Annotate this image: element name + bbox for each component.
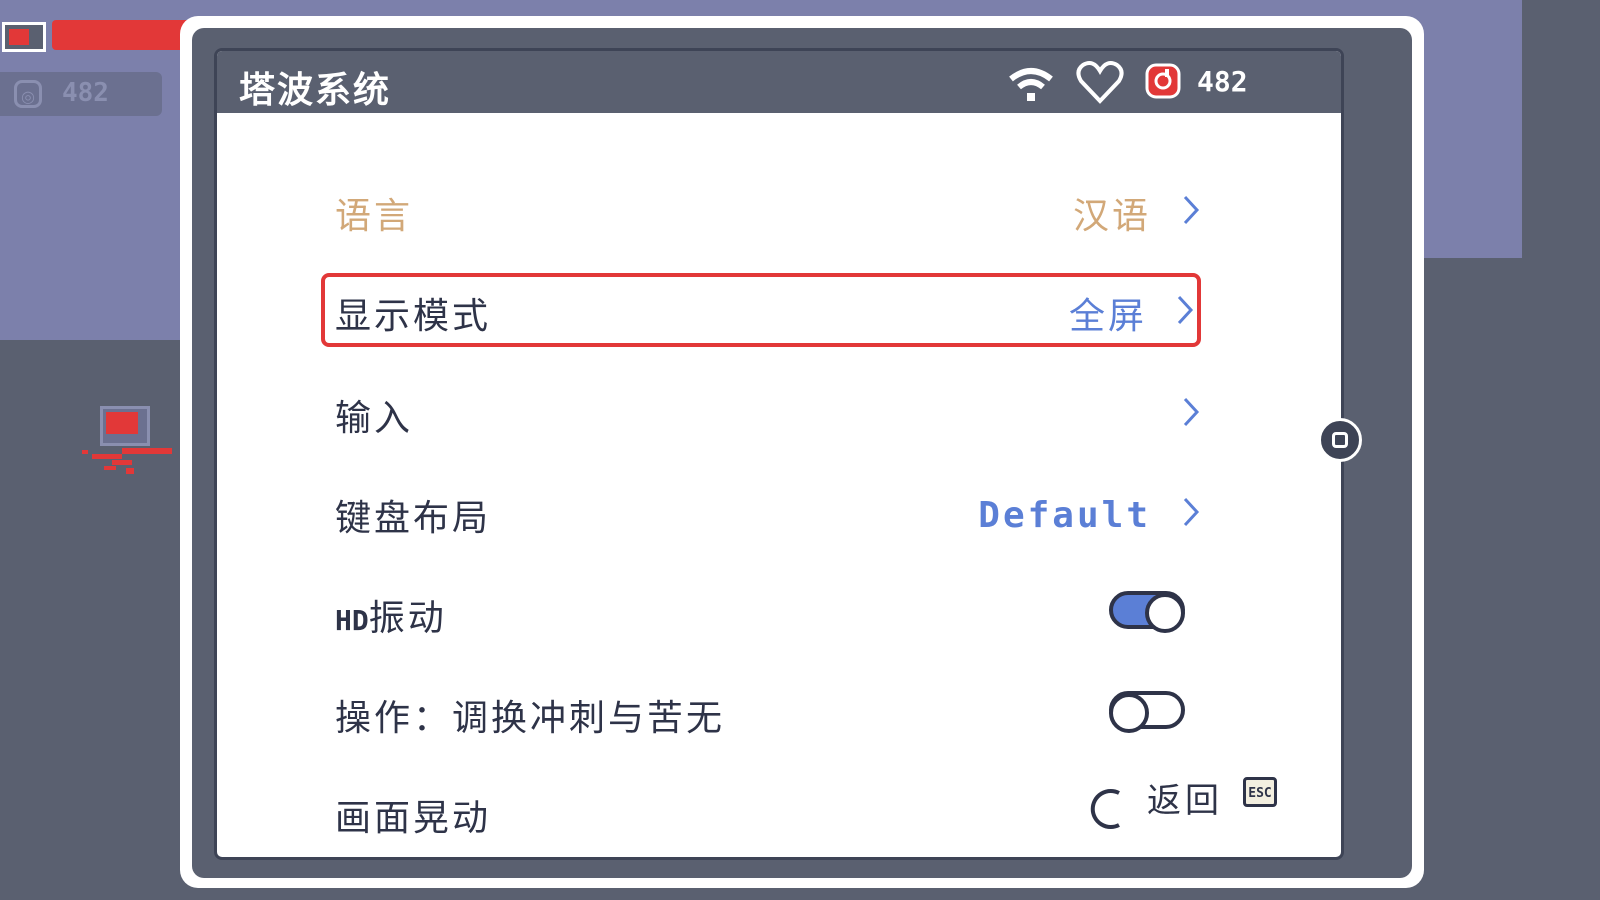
toggle-knob: [1109, 693, 1149, 733]
setting-value: 全屏: [1068, 296, 1147, 337]
battery-icon: [2, 22, 46, 52]
setting-row-swap-controls: 操作：调换冲刺与苦无: [321, 677, 1221, 747]
setting-label: 输入: [335, 398, 414, 439]
setting-value: 汉语: [1072, 196, 1151, 237]
setting-row-hd-vibration: HD振动: [321, 577, 1221, 647]
background-floor: [0, 340, 180, 900]
hud-coin-value: 482: [62, 78, 109, 108]
blood-splatter: [82, 448, 172, 474]
swap-controls-toggle[interactable]: [1109, 691, 1185, 733]
background-wall: [0, 258, 180, 340]
coin-icon: ◎: [14, 80, 42, 108]
header-coin-value: 482: [1197, 65, 1248, 98]
setting-row-language[interactable]: 语言 汉语: [321, 175, 1221, 245]
hd-prefix: HD: [335, 604, 369, 637]
chevron-right-icon: [1183, 497, 1200, 527]
dialog-header: 塔波系统 482: [217, 51, 1341, 113]
coin-icon: [1145, 63, 1181, 99]
loading-spinner-icon: [1090, 789, 1120, 829]
hud-coin-counter: ◎ 482: [0, 72, 162, 116]
back-button[interactable]: 返回: [1147, 773, 1223, 822]
esc-key-icon: ESC: [1243, 777, 1277, 807]
setting-label-text: 振动: [368, 598, 447, 639]
dialog-title: 塔波系统: [239, 70, 392, 111]
setting-label: 操作：调换冲刺与苦无: [335, 698, 726, 739]
chevron-right-icon: [1183, 397, 1200, 427]
setting-label: 语言: [335, 196, 414, 237]
setting-label: HD振动: [335, 589, 447, 641]
chevron-right-icon: [1177, 295, 1194, 325]
chevron-right-icon: [1183, 195, 1200, 225]
setting-row-keyboard-layout[interactable]: 键盘布局 Default: [321, 477, 1221, 547]
side-menu-button[interactable]: [1318, 418, 1362, 462]
wifi-icon: [1009, 68, 1053, 101]
vibration-toggle[interactable]: [1109, 591, 1185, 633]
settings-panel: 塔波系统 482 语言 汉语 显示模式 全屏 输入 键盘布局 Default H…: [214, 48, 1344, 860]
background-edge: [1522, 0, 1600, 900]
heart-icon: [1076, 61, 1124, 104]
setting-row-input[interactable]: 输入: [321, 377, 1221, 447]
setting-label: 键盘布局: [335, 498, 492, 539]
setting-row-screen-shake[interactable]: 画面晃动: [321, 777, 1221, 847]
setting-label: 画面晃动: [335, 798, 492, 839]
setting-label: 显示模式: [335, 296, 492, 337]
setting-row-display-mode[interactable]: 显示模式 全屏: [321, 273, 1201, 347]
toggle-knob: [1145, 593, 1185, 633]
player-flag: [106, 412, 138, 434]
square-icon: [1332, 432, 1348, 448]
setting-value: Default: [978, 495, 1151, 536]
